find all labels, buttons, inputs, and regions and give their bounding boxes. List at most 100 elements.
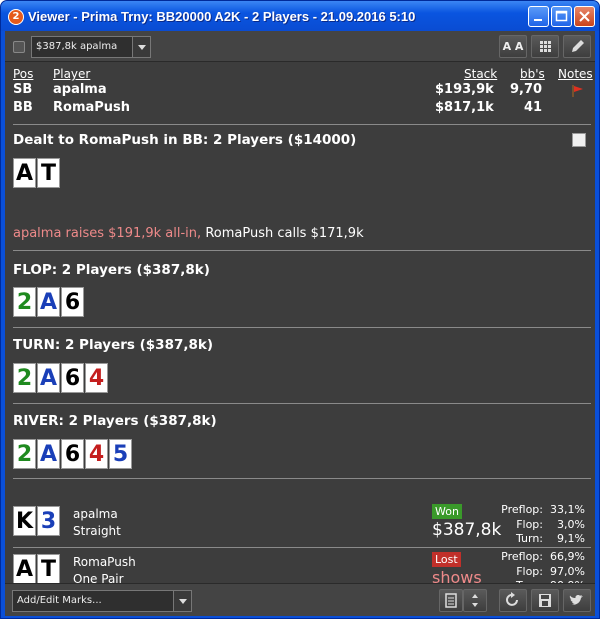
col-notes-header: Notes <box>558 67 593 81</box>
col-stack-header: Stack <box>464 67 498 81</box>
bottom-toolbar: Add/Edit Marks... <box>5 583 595 616</box>
board-card: 5 <box>109 439 132 469</box>
board-card: 2 <box>13 287 36 317</box>
flop-title: FLOP: 2 Players ($387,8k) <box>13 262 210 278</box>
hole-card: A <box>13 158 36 188</box>
updown-button[interactable] <box>463 589 487 612</box>
board-card: 6 <box>61 363 84 393</box>
river-title: RIVER: 2 Players ($387,8k) <box>13 413 217 429</box>
preflop-title: Dealt to RomaPush in BB: 2 Players ($140… <box>13 132 357 148</box>
close-button[interactable] <box>574 6 595 27</box>
equity-value: 66,9% <box>550 550 585 563</box>
maximize-icon <box>555 10 568 22</box>
equity-value: 3,0% <box>557 517 585 531</box>
showdown-card: 3 <box>37 506 60 536</box>
updown-icon <box>472 594 478 607</box>
turn-title: TURN: 2 Players ($387,8k) <box>13 337 214 353</box>
top-toolbar: $387,8k apalma A A <box>5 31 595 62</box>
replay-icon <box>506 592 518 606</box>
equity-street: Flop: <box>516 564 543 578</box>
minimize-button[interactable] <box>528 6 549 27</box>
grid-button[interactable] <box>531 35 559 58</box>
equity-value: 9,1% <box>557 532 585 545</box>
twitter-button[interactable] <box>563 589 591 612</box>
lost-badge: Lost <box>432 552 461 567</box>
grid-icon <box>540 41 551 52</box>
row1-bbs: 9,70 <box>510 82 543 97</box>
board-card: 4 <box>85 363 108 393</box>
row1-stack: $193,9k <box>435 82 494 97</box>
twitter-icon <box>569 594 583 605</box>
clipboard-icon <box>445 593 457 608</box>
showdown-card: K <box>13 506 36 536</box>
title-bar[interactable]: 2 Viewer - Prima Trny: BB20000 A2K - 2 P… <box>1 1 599 31</box>
showdown-card: T <box>37 554 60 584</box>
flag-icon[interactable] <box>571 84 585 98</box>
board-card: 6 <box>61 287 84 317</box>
minimize-icon <box>534 19 542 21</box>
equity-value: 97,0% <box>550 564 585 578</box>
row2-pos: BB <box>13 100 33 115</box>
hand-content: Pos Player Stack bb's Notes SB apalma $1… <box>5 63 595 592</box>
call-action: RomaPush calls $171,9k <box>205 226 364 241</box>
hand-select[interactable]: $387,8k apalma <box>31 36 151 58</box>
row2-stack: $817,1k <box>435 100 494 115</box>
showdown-hand: Straight <box>73 524 121 538</box>
won-badge: Won <box>432 504 462 519</box>
divider <box>13 124 591 125</box>
equity-value: 33,1% <box>550 503 585 516</box>
replay-button[interactable] <box>499 589 527 612</box>
divider <box>13 250 591 251</box>
marks-select[interactable]: Add/Edit Marks... <box>12 590 192 612</box>
equity-list: Preflop: 33,1% Flop: 3,0% Turn: 9,1% <box>475 503 585 547</box>
save-icon <box>539 594 551 607</box>
equity-street: Turn: <box>515 532 543 545</box>
col-player-header: Player <box>53 67 91 81</box>
chevron-down-icon[interactable] <box>132 37 150 57</box>
hole-card: T <box>37 158 60 188</box>
board-card: A <box>37 287 60 317</box>
col-bbs-header: bb's <box>520 67 545 81</box>
raise-action: apalma raises $191,9k all-in, <box>13 226 202 241</box>
board-card: 6 <box>61 439 84 469</box>
divider <box>13 478 591 479</box>
divider <box>13 403 591 404</box>
row2-bbs: 41 <box>524 100 543 115</box>
showdown-player-name[interactable]: apalma <box>73 507 118 521</box>
showdown-player-name[interactable]: RomaPush <box>73 555 136 569</box>
board-card: 2 <box>13 439 36 469</box>
col-pos-header: Pos <box>13 67 34 81</box>
clipboard-button[interactable] <box>439 589 463 612</box>
board-card: 4 <box>85 439 108 469</box>
equity-street: Flop: <box>516 517 543 531</box>
showdown-card: A <box>13 554 36 584</box>
equity-row: Flop: 97,0% <box>475 565 585 580</box>
edit-button[interactable] <box>563 35 591 58</box>
preflop-action: apalma raises $191,9k all-in, RomaPush c… <box>13 226 364 241</box>
font-size-button[interactable]: A A <box>499 35 527 58</box>
equity-row: Preflop: 66,9% <box>475 550 585 565</box>
font-size-label: A A <box>502 40 524 53</box>
client-area: $387,8k apalma A A Pos Player Stack bb's… <box>5 31 595 616</box>
viewer-window: 2 Viewer - Prima Trny: BB20000 A2K - 2 P… <box>0 0 600 619</box>
divider <box>13 327 591 328</box>
close-icon <box>579 11 590 22</box>
row2-player[interactable]: RomaPush <box>53 100 130 115</box>
equity-street: Preflop: <box>501 550 543 563</box>
pencil-icon <box>572 40 584 52</box>
note-icon[interactable] <box>572 133 586 147</box>
hand-checkbox[interactable] <box>13 41 25 53</box>
app-icon: 2 <box>8 9 24 25</box>
board-card: A <box>37 439 60 469</box>
maximize-button[interactable] <box>551 6 572 27</box>
row1-player[interactable]: apalma <box>53 82 107 97</box>
window-title: Viewer - Prima Trny: BB20000 A2K - 2 Pla… <box>28 9 416 24</box>
equity-street: Preflop: <box>501 503 543 516</box>
equity-row: Flop: 3,0% <box>475 518 585 533</box>
marks-select-value: Add/Edit Marks... <box>17 595 102 606</box>
hand-select-value: $387,8k apalma <box>36 41 118 52</box>
board-card: 2 <box>13 363 36 393</box>
save-button[interactable] <box>531 589 559 612</box>
chevron-down-icon[interactable] <box>173 591 191 611</box>
equity-row: Turn: 9,1% <box>475 532 585 547</box>
